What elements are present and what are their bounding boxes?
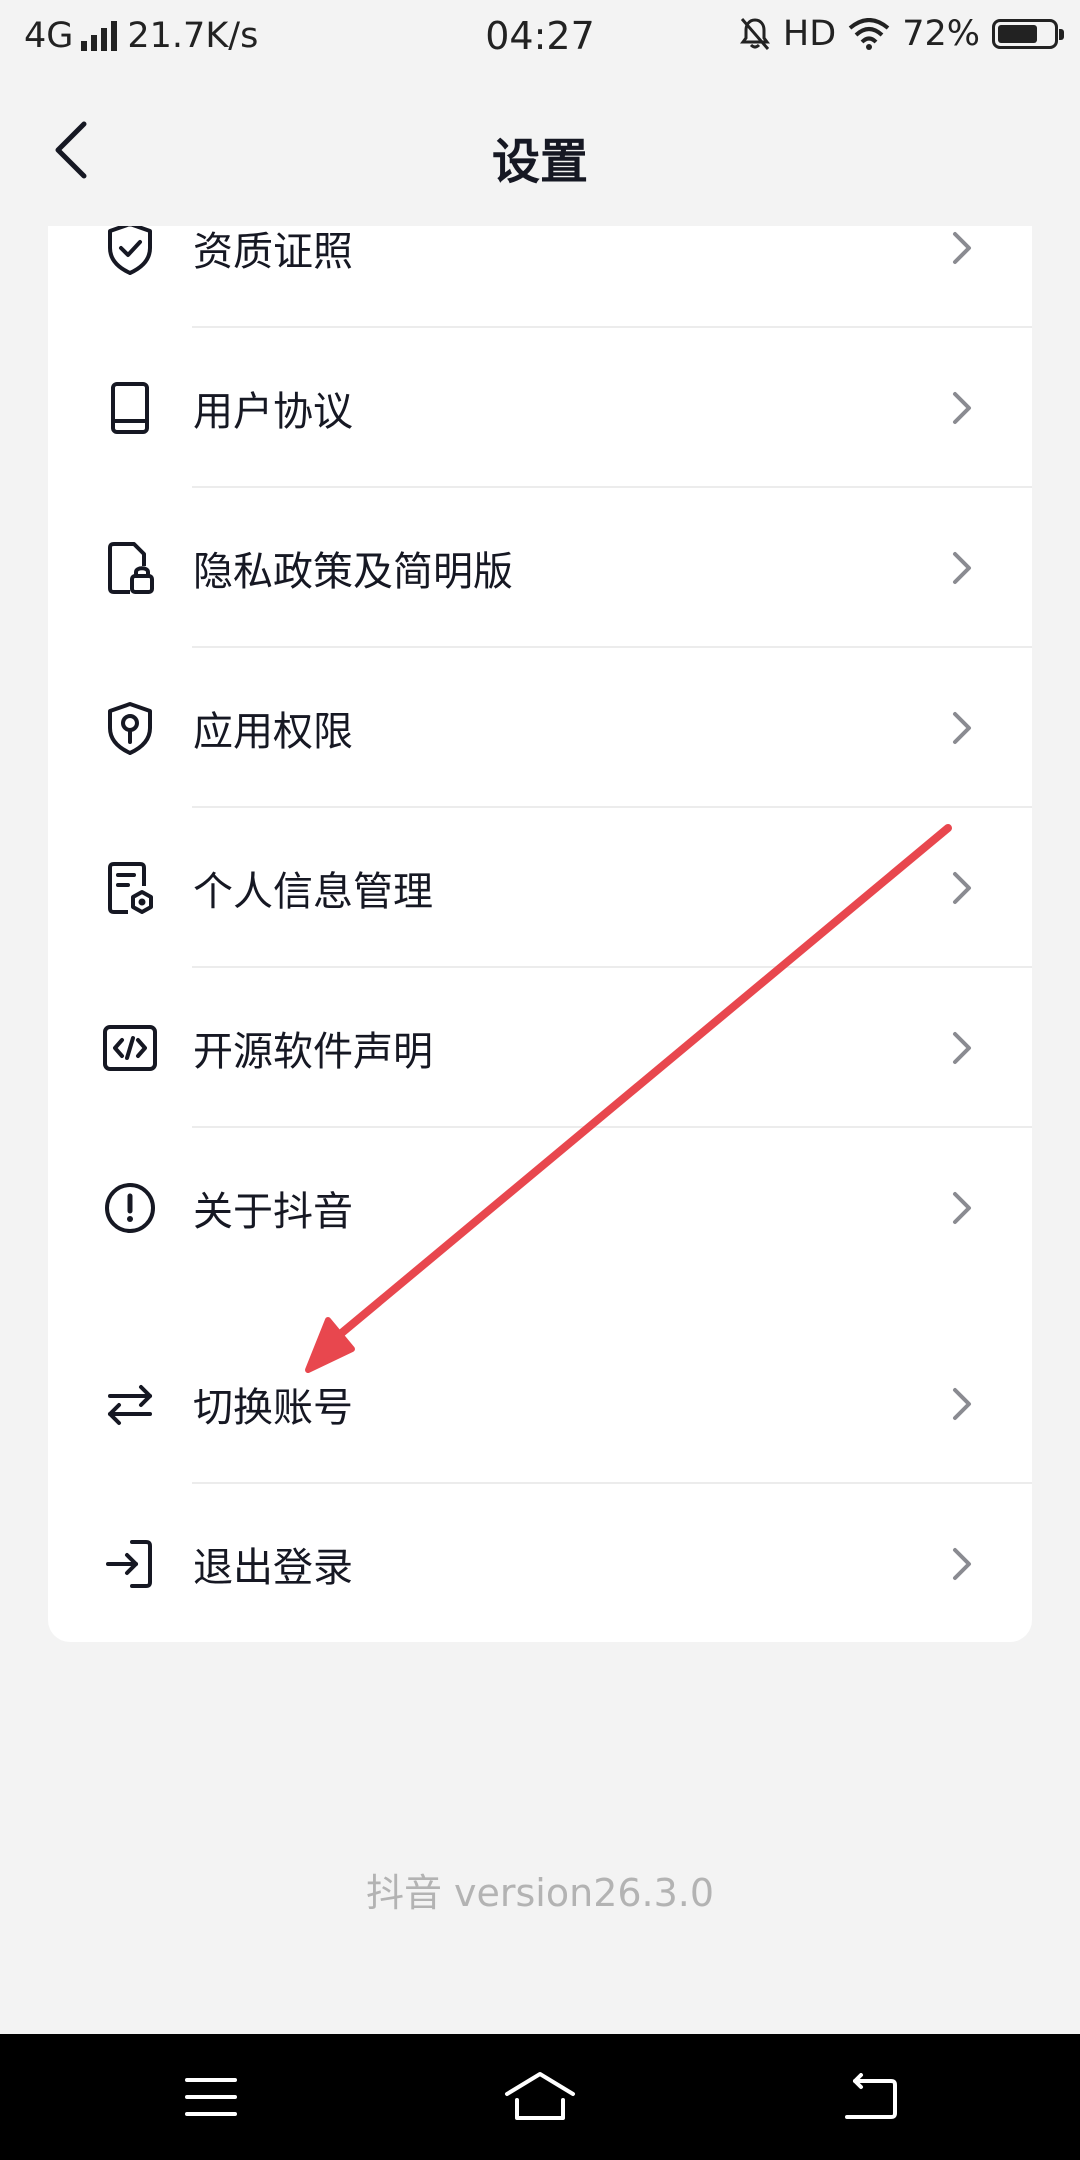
settings-item-logout[interactable]: 退出登录 [48,1484,1032,1642]
settings-screen: 4G 21.7K/s 04:27 HD 72% 设置 资质证照 用户协议 隐私政… [0,0,1080,2160]
settings-item-label: 资质证照 [193,229,353,275]
system-navigation-bar [0,2034,1080,2160]
menu-icon [185,2078,237,2116]
shield-key-icon [108,702,152,755]
chevron-right-icon [953,232,971,264]
settings-item-app-permissions[interactable]: 应用权限 [48,648,1032,808]
chevron-right-icon [953,872,971,904]
hd-indicator: HD [782,14,837,54]
settings-item-personal-info[interactable]: 个人信息管理 [48,808,1032,968]
chevron-right-icon [953,1032,971,1064]
wifi-icon [848,18,890,50]
settings-item-label: 应用权限 [193,709,353,755]
settings-group-account: 切换账号 退出登录 [48,1324,1032,1642]
book-icon [111,382,149,434]
settings-item-about[interactable]: 关于抖音 [48,1128,1032,1288]
logout-icon [106,1540,152,1588]
app-version: 抖音 version26.3.0 [365,1871,715,1915]
settings-item-user-agreement[interactable]: 用户协议 [48,328,1032,488]
bell-off-icon [739,18,770,50]
document-gear-icon [108,862,153,914]
chevron-right-icon [953,1548,971,1580]
return-icon [845,2073,897,2119]
shield-check-icon [108,226,152,275]
chevron-right-icon [953,1192,971,1224]
back-system-button[interactable] [824,2064,914,2130]
page-title: 设置 [491,134,588,190]
switch-arrows-icon [108,1385,152,1425]
settings-group-about: 资质证照 用户协议 隐私政策及简明版 应用权限 个人信息管理 开源软件声明 关于… [48,226,1032,1488]
info-icon [105,1183,155,1233]
settings-item-label: 隐私政策及简明版 [193,549,513,595]
battery-percent: 72% [902,14,980,54]
chevron-right-icon [953,1388,971,1420]
settings-item-label: 退出登录 [193,1545,353,1591]
settings-item-label: 个人信息管理 [193,869,433,915]
nav-bar: 设置 [0,74,1080,226]
code-icon [103,1025,157,1071]
home-button[interactable] [495,2064,585,2130]
settings-item-label: 切换账号 [193,1385,353,1431]
home-icon [505,2072,575,2120]
settings-item-open-source[interactable]: 开源软件声明 [48,968,1032,1128]
settings-item-label: 关于抖音 [193,1189,353,1235]
battery-icon [992,19,1064,49]
status-right: HD 72% [739,14,1064,54]
settings-item-label: 用户协议 [193,389,353,435]
settings-item-privacy-policy[interactable]: 隐私政策及简明版 [48,488,1032,648]
settings-item-label: 开源软件声明 [193,1029,433,1075]
chevron-right-icon [953,712,971,744]
settings-item-qualifications[interactable]: 资质证照 [48,226,1032,328]
settings-item-switch-account[interactable]: 切换账号 [48,1324,1032,1484]
document-lock-icon [108,542,154,594]
chevron-right-icon [953,552,971,584]
settings-scroll-area[interactable]: 资质证照 用户协议 隐私政策及简明版 应用权限 个人信息管理 开源软件声明 关于… [0,226,1080,2034]
menu-button[interactable] [166,2064,256,2130]
battery-fill [998,25,1037,43]
status-bar: 4G 21.7K/s 04:27 HD 72% [0,0,1080,74]
chevron-right-icon [953,392,971,424]
